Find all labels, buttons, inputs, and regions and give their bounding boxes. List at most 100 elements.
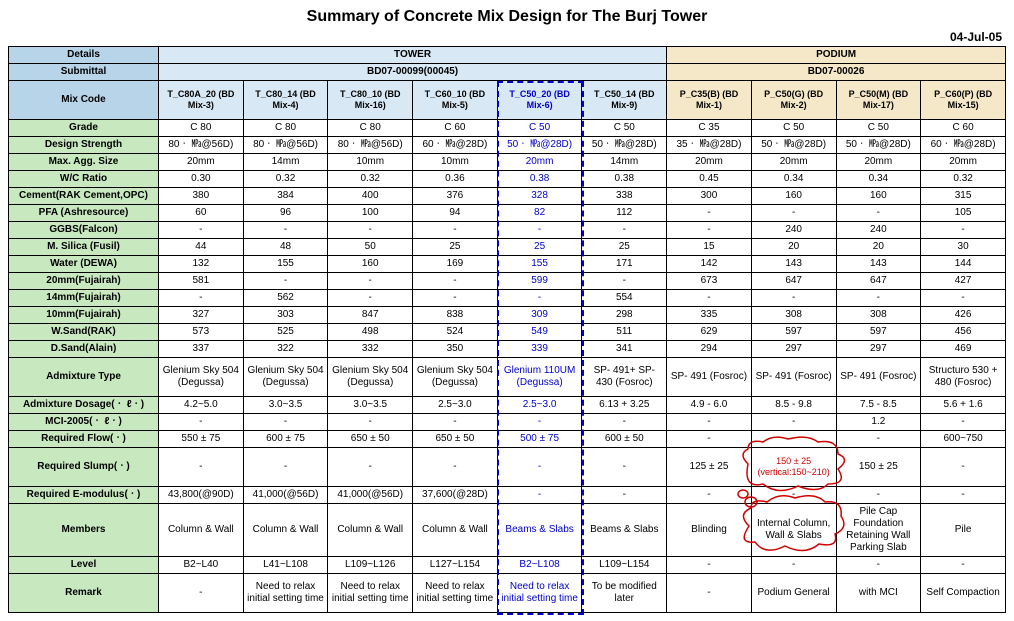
cell: 50: [328, 239, 413, 256]
cell: B2~L108: [497, 557, 582, 574]
row-label-wsand: W.Sand(RAK): [9, 324, 159, 341]
cell: 300: [667, 188, 752, 205]
cell: C 80: [328, 120, 413, 137]
cell: 554: [582, 290, 667, 307]
cell: 0.36: [413, 171, 498, 188]
cell: -: [667, 574, 752, 613]
cell: 240: [751, 222, 836, 239]
cell: 20mm: [159, 154, 244, 171]
cell: 155: [497, 256, 582, 273]
cell: Glenium Sky 504 (Degussa): [328, 358, 413, 397]
cell: 0.32: [921, 171, 1006, 188]
cell: -: [836, 290, 921, 307]
cell: C 50: [751, 120, 836, 137]
cell: C 60: [921, 120, 1006, 137]
cell: 8.5 - 9.8: [751, 397, 836, 414]
cell: 125 ± 25: [667, 448, 752, 487]
cell: -: [243, 414, 328, 431]
page-title: Summary of Concrete Mix Design for The B…: [8, 8, 1006, 26]
cell: -: [328, 273, 413, 290]
cell: 647: [836, 273, 921, 290]
cell: 100: [328, 205, 413, 222]
cell: -: [751, 431, 836, 448]
cell: 60ㆍ ㎫@28D): [921, 137, 1006, 154]
cell: 48: [243, 239, 328, 256]
cell: 20mm: [921, 154, 1006, 171]
cell: Pile: [921, 504, 1006, 557]
cell: 339: [497, 341, 582, 358]
cell: -: [413, 448, 498, 487]
cell: 600~750: [921, 431, 1006, 448]
hdr-tower-sub: BD07-00099(00045): [159, 64, 667, 81]
cell: -: [243, 222, 328, 239]
cell: 376: [413, 188, 498, 205]
cell: 308: [751, 307, 836, 324]
cell: Need to relax initial setting time: [413, 574, 498, 613]
row-label-max_agg: Max. Agg. Size: [9, 154, 159, 171]
cell: Column & Wall: [328, 504, 413, 557]
cell: 20: [836, 239, 921, 256]
cell: C 60: [413, 120, 498, 137]
cell: L127~L154: [413, 557, 498, 574]
cell: 96: [243, 205, 328, 222]
cell: 350: [413, 341, 498, 358]
cell: -: [243, 273, 328, 290]
cell: 30: [921, 239, 1006, 256]
cell: Beams & Slabs: [497, 504, 582, 557]
cell: -: [667, 290, 752, 307]
table-row: LevelB2~L40L41~L108L109~L126L127~L154B2~…: [9, 557, 1006, 574]
mix-t3: T_C80_10 (BD Mix-16): [328, 81, 413, 120]
cell: 500 ± 75: [497, 431, 582, 448]
cell: C 50: [582, 120, 667, 137]
cell: 562: [243, 290, 328, 307]
cell: 80ㆍ ㎫@56D): [159, 137, 244, 154]
cell: -: [667, 414, 752, 431]
row-label-mci: MCI-2005(ㆍ ℓㆍ): [9, 414, 159, 431]
table-row: W/C Ratio0.300.320.320.360.380.380.450.3…: [9, 171, 1006, 188]
table-row: Required Slump(ㆍ)------125 ± 25150 ± 25 …: [9, 448, 1006, 487]
cell: 0.32: [243, 171, 328, 188]
cell: C 80: [243, 120, 328, 137]
cell: 160: [328, 256, 413, 273]
table-row: GGBS(Falcon)-------240240-: [9, 222, 1006, 239]
cell: -: [751, 557, 836, 574]
cell: -: [921, 557, 1006, 574]
cell: -: [751, 414, 836, 431]
cell: -: [328, 448, 413, 487]
cell: 600 ± 75: [243, 431, 328, 448]
cell: 20mm: [836, 154, 921, 171]
cell: 2.5~3.0: [497, 397, 582, 414]
row-label-req_emod: Required E-modulus(ㆍ): [9, 487, 159, 504]
row-label-admix_dose: Admixture Dosage(ㆍ ℓㆍ): [9, 397, 159, 414]
cell: 50ㆍ ㎫@28D): [582, 137, 667, 154]
cell: -: [836, 487, 921, 504]
cell: 0.34: [836, 171, 921, 188]
table-wrapper: Details TOWER PODIUM Submittal BD07-0009…: [8, 46, 1006, 613]
cell: 80ㆍ ㎫@56D): [243, 137, 328, 154]
cell: 160: [836, 188, 921, 205]
hdr-tower: TOWER: [159, 47, 667, 64]
cell: 600 ± 50: [582, 431, 667, 448]
cell: 132: [159, 256, 244, 273]
cell: 337: [159, 341, 244, 358]
hdr-mixcode: Mix Code: [9, 81, 159, 120]
cell: 44: [159, 239, 244, 256]
cell: Glenium Sky 504 (Degussa): [159, 358, 244, 397]
hdr-podium-sub: BD07-00026: [667, 64, 1006, 81]
cell: 328: [497, 188, 582, 205]
table-row: 10mm(Fujairah)32730384783830929833530830…: [9, 307, 1006, 324]
mix-t5: T_C50_20 (BD Mix-6): [497, 81, 582, 120]
cell: -: [582, 222, 667, 239]
cell: 14mm: [582, 154, 667, 171]
table-row: Required E-modulus(ㆍ)43,800(@90D)41,000(…: [9, 487, 1006, 504]
cell: SP- 491 (Fosroc): [836, 358, 921, 397]
cell: 20: [751, 239, 836, 256]
cell: -: [667, 205, 752, 222]
cell: 303: [243, 307, 328, 324]
cell: 82: [497, 205, 582, 222]
cell: 456: [921, 324, 1006, 341]
cell: 384: [243, 188, 328, 205]
cell: 15: [667, 239, 752, 256]
mix-p3: P_C50(M) (BD Mix-17): [836, 81, 921, 120]
table-row: 20mm(Fujairah)581---599-673647647427: [9, 273, 1006, 290]
